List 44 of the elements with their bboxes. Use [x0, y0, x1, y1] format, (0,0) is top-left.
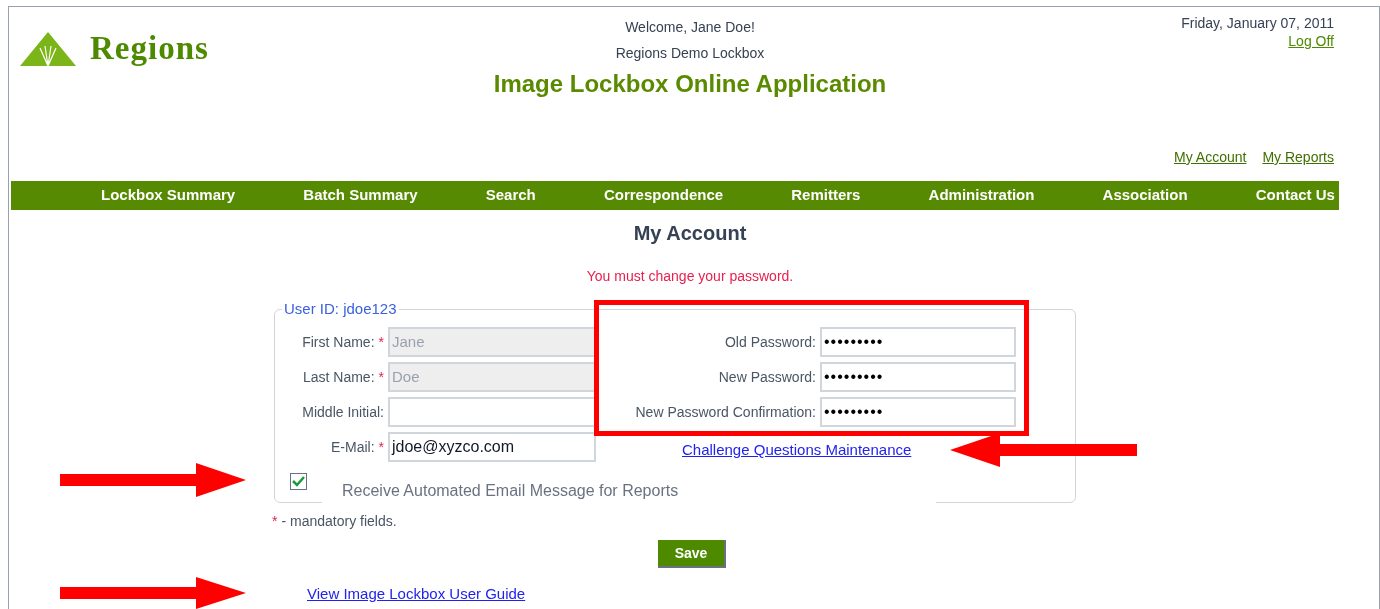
log-off-link[interactable]: Log Off [1288, 32, 1334, 50]
password-field[interactable]: ••••••••• [820, 362, 1016, 392]
header-link[interactable]: My Reports [1262, 148, 1334, 166]
nav-item[interactable]: Search [485, 184, 536, 207]
field-label: First Name: * [301, 332, 385, 352]
nav-item[interactable]: Lockbox Summary [101, 184, 236, 207]
required-mark: * [378, 333, 384, 350]
lockbox-name: Regions Demo Lockbox [615, 44, 765, 63]
welcome-text: Welcome, Jane Doe! [625, 18, 755, 37]
required-mark: * [378, 438, 384, 455]
logo-text: Regions [90, 29, 209, 68]
logo-icon [20, 31, 76, 66]
user-id-legend: User ID: jdoe123 [282, 300, 399, 318]
app-title: Image Lockbox Online Application [493, 69, 887, 99]
checkbox[interactable] [290, 473, 307, 490]
header-link[interactable]: My Account [1174, 148, 1247, 166]
field-label: Old Password: [723, 332, 817, 352]
nav-item[interactable]: Administration [928, 184, 1035, 207]
required-mark: * [272, 512, 278, 531]
text-field[interactable]: jdoe@xyzco.com [388, 432, 596, 462]
required-mark: * [378, 368, 384, 385]
left-arrow-icon [950, 433, 1137, 467]
field-label: E-Mail: * [330, 437, 385, 457]
right-arrow-icon [60, 577, 246, 609]
mandatory-note: - mandatory fields. [281, 512, 397, 531]
field-label: Middle Initial: [301, 402, 385, 422]
challenge-questions-link[interactable]: Challenge Questions Maintenance [682, 439, 912, 462]
save-button[interactable]: Save [658, 540, 726, 568]
password-field[interactable]: ••••••••• [820, 397, 1016, 427]
nav-item[interactable]: Association [1102, 184, 1188, 207]
right-arrow-icon [60, 463, 246, 497]
date-text: Friday, January 07, 2011 [1181, 14, 1334, 32]
user-guide-link[interactable]: View Image Lockbox User Guide [307, 585, 526, 602]
nav-item[interactable]: Contact Us [1255, 184, 1335, 207]
text-field[interactable] [388, 397, 596, 427]
nav-item[interactable]: Correspondence [603, 184, 724, 207]
page-title: My Account [633, 221, 747, 246]
password-field[interactable]: ••••••••• [820, 327, 1016, 357]
field-label: Last Name: * [301, 367, 385, 387]
field-label: New Password Confirmation: [634, 402, 817, 422]
nav-item[interactable]: Remitters [791, 184, 861, 207]
warning-message: You must change your password. [586, 267, 794, 286]
nav-item[interactable]: Batch Summary [303, 184, 418, 207]
field-label: New Password: [717, 367, 817, 387]
